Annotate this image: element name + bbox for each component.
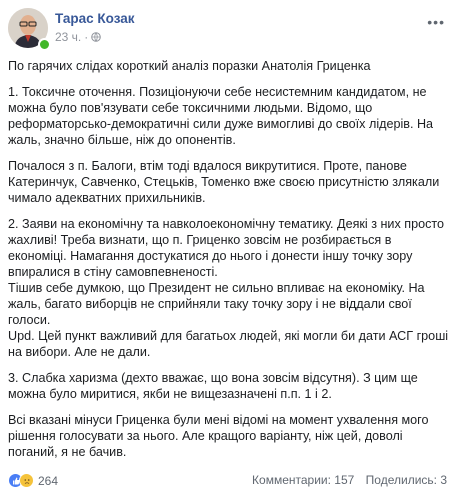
post-paragraph: 2. Заяви на економічну та навколоекономі… xyxy=(8,217,449,359)
shares-count-link[interactable]: Поделились: 3 xyxy=(366,473,447,487)
post-footer: 264 Комментарии: 157 Поделились: 3 xyxy=(8,473,447,489)
post-paragraph: Всі вказані мінуси Гриценка були мені ві… xyxy=(8,413,429,459)
reactions-count: 264 xyxy=(38,473,59,488)
post-meta: 23 ч. · xyxy=(55,30,102,44)
comments-count-link[interactable]: Комментарии: 157 xyxy=(252,473,354,487)
sad-reaction-icon xyxy=(19,473,34,488)
post-header: Тарас Козак 23 ч. · ••• xyxy=(8,8,447,52)
post-paragraph: 3. Слабка харизма (дехто вважає, що вона… xyxy=(8,371,418,401)
post-paragraph: 1. Токсичне оточення. Позиціонуючи себе … xyxy=(8,85,434,147)
facebook-post: Тарас Козак 23 ч. · ••• По гарячих сліда… xyxy=(0,0,455,497)
online-status-dot xyxy=(38,38,51,51)
author-name[interactable]: Тарас Козак xyxy=(55,11,135,26)
globe-icon xyxy=(91,32,102,42)
post-timestamp[interactable]: 23 ч. xyxy=(55,30,81,44)
reactions-summary[interactable]: 264 xyxy=(8,473,58,488)
post-paragraph: Почалося з п. Балоги, втім тоді вдалося … xyxy=(8,159,440,205)
more-options-icon[interactable]: ••• xyxy=(427,14,445,30)
post-body: По гарячих слідах короткий аналіз поразк… xyxy=(8,58,450,470)
post-paragraph: По гарячих слідах короткий аналіз поразк… xyxy=(8,59,371,73)
post-stats: Комментарии: 157 Поделились: 3 xyxy=(252,473,447,487)
